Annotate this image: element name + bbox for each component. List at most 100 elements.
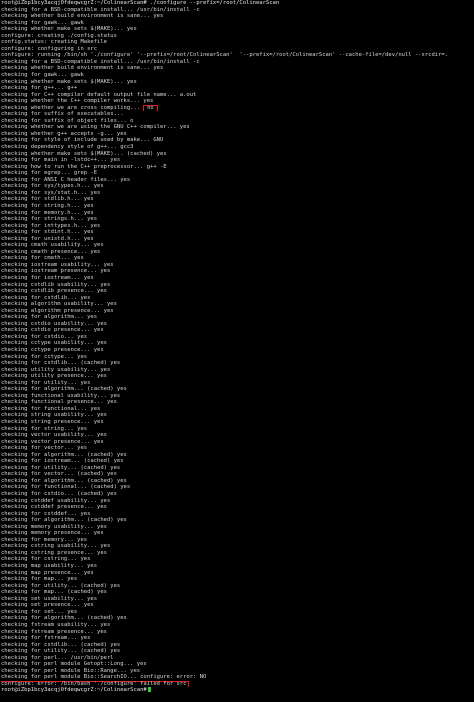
output-line-text: checking for perl module Bio::Range... y… <box>1 667 141 674</box>
output-line-text: checking for utility... (cached) yes <box>1 648 121 655</box>
output-line-text: checking for memory... yes <box>1 536 88 543</box>
output-line-text: checking cstdio presence... yes <box>1 327 104 334</box>
output-line-text: checking for algorithm... (cached) yes <box>1 477 127 484</box>
output-line-text: checking whether g++ accepts -g... yes <box>1 130 127 137</box>
output-line-text: checking cstdlib presence... yes <box>1 288 107 295</box>
output-line-text: checking string usability... yes <box>1 412 107 419</box>
output-line-text: checking set usability... yes <box>1 595 98 602</box>
output-line-text: checking whether build environment is sa… <box>1 13 164 20</box>
output-line-text: checking for algorithm... (cached) yes <box>1 615 127 622</box>
output-line-text: checking for cstdio... yes <box>1 333 88 340</box>
output-line-text: checking set presence... yes <box>1 602 94 609</box>
output-line-text: checking for cstddef... yes <box>1 510 91 517</box>
output-line-text: checking for inttypes.h... yes <box>1 222 101 229</box>
output-line-text: checking dependency style of g++... gcc3 <box>1 144 134 151</box>
output-line-text: checking for utility... (cached) yes <box>1 582 121 589</box>
output-line-text: checking for a BSD-compatible install...… <box>1 6 200 13</box>
output-line-text: checking whether make sets $(MAKE)... (c… <box>1 150 167 157</box>
output-line-text: checking for cstdlib... (cached) yes <box>1 360 121 367</box>
cursor-icon <box>147 687 151 693</box>
output-line-text: checking vector usability... yes <box>1 432 107 439</box>
output-line-text: checking for utility... (cached) yes <box>1 464 121 471</box>
output-line-text: checking for map... yes <box>1 576 78 583</box>
output-line-text: checking vector presence... yes <box>1 438 104 445</box>
output-line-text: checking for sys/types.h... yes <box>1 183 104 190</box>
output-line-text: checking cmath usability... yes <box>1 242 104 249</box>
output-line-text: checking for vector... (cached) yes <box>1 471 117 478</box>
output-line-text: checking for functional... (cached) yes <box>1 484 131 491</box>
output-line-text: checking for perl module Getopt::Long...… <box>1 661 147 668</box>
output-line-text: checking for functional... yes <box>1 405 101 412</box>
output-line-text: checking for utility... yes <box>1 379 91 386</box>
output-line-text: checking cstring presence... yes <box>1 549 107 556</box>
output-line-text: checking for suffix of executables... <box>1 111 124 118</box>
output-line-text: checking for unistd.h... yes <box>1 235 94 242</box>
output-line-text: checking for cstring... yes <box>1 556 91 563</box>
output-line-text: checking for C++ compiler default output… <box>1 91 197 98</box>
output-line-text: checking cmath presence... yes <box>1 248 101 255</box>
output-line-text: checking fstream presence... yes <box>1 628 107 635</box>
output-line-text: checking iostream presence... yes <box>1 268 111 275</box>
output-line-text: checking for string.h... yes <box>1 202 94 209</box>
output-line-text: checking for map... (cached) yes <box>1 589 107 596</box>
output-line-text: checking for gawk... gawk <box>1 72 84 79</box>
output-line-text: checking whether we are cross compiling.… <box>1 104 141 111</box>
output-line-text: checking functional usability... yes <box>1 392 121 399</box>
output-line-text: checking iostream usability... yes <box>1 261 114 268</box>
output-line-text: checking map usability... yes <box>1 563 98 570</box>
output-line-text: checking whether we are using the GNU C+… <box>1 124 190 131</box>
terminal-output: root@iZbp1bcy3acqj0fdeqwcgrZ:~/ColinearS… <box>1 0 473 694</box>
output-line-text: configure: running /bin/sh './configure'… <box>1 52 449 59</box>
output-line-text: checking algorithm usability... yes <box>1 301 117 308</box>
output-line-text: configure: configuring in src <box>1 45 98 52</box>
output-line-text: checking for sys/stat.h... yes <box>1 189 101 196</box>
output-line-text: checking for a BSD-compatible install...… <box>1 58 200 65</box>
output-line-text: checking for stdlib.h... yes <box>1 196 94 203</box>
output-line-text: checking for g++... g++ <box>1 85 78 92</box>
output-line-text: checking for algorithm... (cached) yes <box>1 451 127 458</box>
output-line-text: checking cctype presence... yes <box>1 346 104 353</box>
output-line-text: checking whether build environment is sa… <box>1 65 164 72</box>
output-line-text: checking for gawk... gawk <box>1 19 84 26</box>
prompt-text: root@iZbp1bcy3acqj0fdeqwcgrZ:~/ColinearS… <box>1 687 147 694</box>
output-line-text: checking utility usability... yes <box>1 366 111 373</box>
output-line-text: checking for algorithm... (cached) yes <box>1 386 127 393</box>
output-line-text: checking algorithm presence... yes <box>1 307 114 314</box>
output-line-text: checking for ANSI C header files... yes <box>1 176 131 183</box>
output-line-text: checking for suffix of object files... o <box>1 117 134 124</box>
output-line-text: checking for iostream... yes <box>1 274 94 281</box>
terminal-window[interactable]: root@iZbp1bcy3acqj0fdeqwcgrZ:~/ColinearS… <box>0 0 474 702</box>
output-line-text: checking for set... yes <box>1 608 78 615</box>
output-line-text: checking for cctype... yes <box>1 353 88 360</box>
output-line-text: checking cctype usability... yes <box>1 340 107 347</box>
output-line-text: checking cstddef presence... yes <box>1 504 107 511</box>
output-line-text: checking string presence... yes <box>1 419 104 425</box>
output-line-text: checking fstream usability... yes <box>1 621 111 628</box>
output-line-text: checking cstddef usability... yes <box>1 497 111 504</box>
output-line-text: checking for iostream... (cached) yes <box>1 458 124 465</box>
output-line-text: checking memory presence... yes <box>1 530 104 537</box>
output-line-text: checking cstring usability... yes <box>1 543 111 550</box>
output-line-text: checking cstdlib usability... yes <box>1 281 111 288</box>
output-line-text: checking for algorithm... yes <box>1 314 98 321</box>
output-line-text: checking for perl... /usr/bin/perl <box>1 654 114 661</box>
output-line-text: checking for cmath... yes <box>1 255 84 262</box>
output-line-text: checking for egrep... grep -E <box>1 170 98 177</box>
output-line-text: checking functional presence... yes <box>1 399 117 406</box>
output-line-text: checking utility presence... yes <box>1 373 107 380</box>
output-line-text: checking map presence... yes <box>1 569 94 576</box>
output-line-text: checking whether the C++ compiler works.… <box>1 98 154 105</box>
output-line-text: checking for stdint.h... yes <box>1 229 94 236</box>
output-line-text: checking for main in -lstdc++... yes <box>1 157 121 164</box>
output-line-text: configure: creating ./config.status <box>1 32 117 39</box>
output-line-text: checking for fstream... yes <box>1 635 91 642</box>
output-line-text: checking cstdio usability... yes <box>1 320 107 327</box>
output-line-text: checking for cstdlib... (cached) yes <box>1 641 121 648</box>
output-line-text: root@iZbp1bcy3acqj0fdeqwcgrZ:~/ColinearS… <box>1 0 280 6</box>
shell-prompt[interactable]: root@iZbp1bcy3acqj0fdeqwcgrZ:~/ColinearS… <box>1 687 473 694</box>
output-line-text: checking whether make sets $(MAKE)... ye… <box>1 26 137 33</box>
output-line-text: checking for perl module Bio::SearchIO..… <box>1 674 207 681</box>
output-line-text: checking for cstdlib... yes <box>1 294 91 301</box>
output-line-text: checking memory usability... yes <box>1 523 107 530</box>
output-line-text: checking whether make sets $(MAKE)... ye… <box>1 78 137 85</box>
